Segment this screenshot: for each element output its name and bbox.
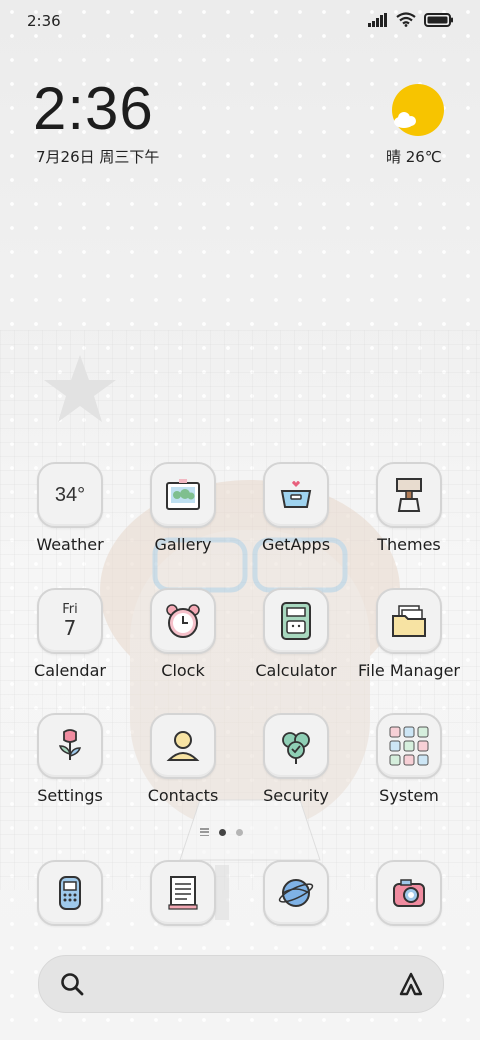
page-dot-active[interactable] <box>219 828 226 836</box>
app-label: Settings <box>37 786 103 805</box>
getapps-icon[interactable] <box>263 462 329 528</box>
search-input[interactable] <box>99 972 383 998</box>
dock-phone[interactable] <box>15 860 125 926</box>
themes-icon[interactable] <box>376 462 442 528</box>
app-settings[interactable]: Settings <box>15 713 125 805</box>
app-label: Security <box>263 786 329 805</box>
dock-browser[interactable] <box>241 860 351 926</box>
gallery-icon[interactable] <box>150 462 216 528</box>
battery-icon <box>424 12 453 27</box>
wifi-icon <box>396 12 416 27</box>
app-security[interactable]: Security <box>241 713 351 805</box>
calculator-icon[interactable] <box>263 588 329 654</box>
star-decoration <box>44 355 116 422</box>
signal-icon <box>368 12 387 27</box>
system-folder-icon[interactable] <box>376 713 442 779</box>
weather-tile-temp: 34° <box>54 483 86 506</box>
app-label: Calendar <box>34 661 106 680</box>
app-gallery[interactable]: Gallery <box>128 462 238 554</box>
app-getapps[interactable]: GetApps <box>241 462 351 554</box>
status-bar: 2:36 <box>0 0 480 42</box>
search-icon[interactable] <box>59 971 85 997</box>
assistant-icon[interactable] <box>397 970 425 998</box>
status-icons <box>368 12 454 27</box>
camera-icon[interactable] <box>376 860 442 926</box>
settings-icon[interactable] <box>37 713 103 779</box>
app-themes[interactable]: Themes <box>354 462 464 554</box>
app-label: Weather <box>36 535 104 554</box>
app-contacts[interactable]: Contacts <box>128 713 238 805</box>
file-manager-icon[interactable] <box>376 588 442 654</box>
app-label: Gallery <box>154 535 212 554</box>
app-label: Clock <box>161 661 205 680</box>
contacts-icon[interactable] <box>150 713 216 779</box>
clock-icon[interactable] <box>150 588 216 654</box>
app-weather[interactable]: 34° Weather <box>15 462 125 554</box>
browser-icon[interactable] <box>263 860 329 926</box>
weather-widget-label: 晴 26℃ <box>386 148 442 166</box>
dock-camera[interactable] <box>354 860 464 926</box>
app-file-manager[interactable]: File Manager <box>354 588 464 680</box>
page-indicator[interactable] <box>200 828 243 836</box>
clock-widget-time[interactable]: 2:36 <box>33 74 154 144</box>
page-dot[interactable] <box>236 828 243 836</box>
app-system-folder[interactable]: System <box>354 713 464 805</box>
phone-icon[interactable] <box>37 860 103 926</box>
notes-icon[interactable] <box>150 860 216 926</box>
app-label: System <box>379 786 439 805</box>
app-calendar[interactable]: Fri 7 Calendar <box>15 588 125 680</box>
calendar-tile-day: Fri <box>62 602 78 617</box>
app-label: File Manager <box>358 661 460 680</box>
dock-notes[interactable] <box>128 860 238 926</box>
app-label: Contacts <box>147 786 219 805</box>
page-list-icon[interactable] <box>200 828 209 836</box>
calendar-icon[interactable]: Fri 7 <box>37 588 103 654</box>
weather-sun-icon[interactable] <box>392 84 444 136</box>
app-clock[interactable]: Clock <box>128 588 238 680</box>
calendar-tile-date: 7 <box>63 616 77 640</box>
app-label: Calculator <box>255 661 337 680</box>
search-bar[interactable] <box>38 955 444 1013</box>
app-calculator[interactable]: Calculator <box>241 588 351 680</box>
clock-widget-date: 7月26日 周三下午 <box>36 148 160 166</box>
weather-icon[interactable]: 34° <box>37 462 103 528</box>
app-label: Themes <box>377 535 441 554</box>
app-label: GetApps <box>261 535 331 554</box>
security-icon[interactable] <box>263 713 329 779</box>
status-time: 2:36 <box>27 12 61 30</box>
